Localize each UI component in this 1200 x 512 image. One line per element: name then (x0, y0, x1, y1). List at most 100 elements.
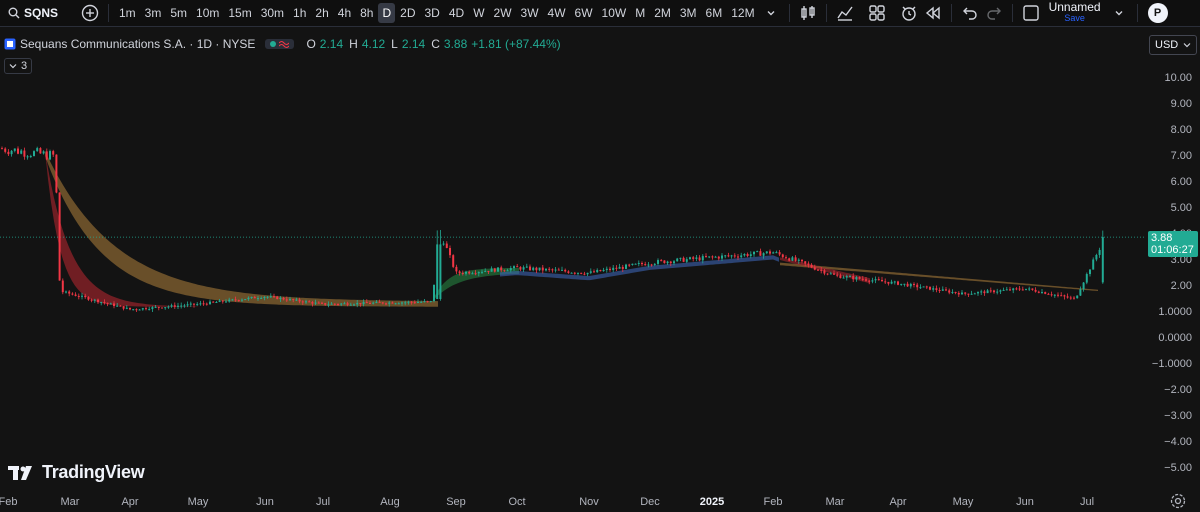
candle-body (458, 271, 461, 274)
status-dot-icon (270, 41, 277, 47)
interval-m-button[interactable]: M (631, 3, 649, 23)
candle-body (593, 271, 595, 273)
candle-body (202, 303, 205, 305)
candle-body (807, 263, 810, 265)
layout-menu-button[interactable] (1107, 2, 1131, 24)
interval-15m-button[interactable]: 15m (224, 3, 255, 23)
avatar[interactable]: P (1147, 3, 1168, 23)
interval-30m-button[interactable]: 30m (257, 3, 288, 23)
price-tick: −1.0000 (1151, 358, 1192, 370)
candle-body (353, 304, 355, 306)
currency-select[interactable]: USD (1149, 35, 1197, 55)
layout-select-checkbox[interactable] (1019, 2, 1043, 24)
candle-body (26, 156, 29, 158)
price-tick: 9.00 (1170, 98, 1192, 110)
candle-body (698, 257, 701, 261)
price-axis[interactable]: 10.009.008.007.006.005.004.003.002.001.0… (1145, 58, 1200, 488)
candle-body (321, 302, 323, 304)
interval-d-button[interactable]: D (378, 3, 396, 23)
candle-body (516, 266, 519, 268)
interval-10w-button[interactable]: 10W (598, 3, 631, 23)
interval-1h-button[interactable]: 1h (289, 3, 310, 23)
symbol-title[interactable]: Sequans Communications S.A. · 1D · NYSE (20, 37, 255, 51)
separator (108, 4, 109, 22)
candle-body (308, 301, 311, 303)
candle-body (170, 305, 173, 307)
interval-1m-button[interactable]: 1m (115, 3, 140, 23)
ma-ribbon-long (45, 150, 438, 307)
settings-gear-icon[interactable] (1169, 492, 1187, 510)
candle-body (317, 302, 320, 304)
date-axis[interactable]: Feb Mar Apr May Jun Jul Aug Sep Oct Nov Dec 2025 Feb… (0, 488, 1145, 512)
candle-body (817, 269, 819, 271)
candle-body (442, 243, 445, 245)
candle-body (759, 251, 762, 256)
interval-3w-button[interactable]: 3W (517, 3, 543, 23)
candle-body (666, 261, 669, 264)
candle-body (557, 269, 560, 271)
plus-circle-icon (81, 4, 99, 22)
interval-4h-button[interactable]: 4h (334, 3, 355, 23)
interval-6m-button[interactable]: 6M (702, 3, 727, 23)
candle-body (746, 254, 749, 257)
redo-button[interactable] (982, 2, 1006, 24)
interval-3m-button[interactable]: 3M (676, 3, 701, 23)
candle-body (449, 248, 451, 256)
brand-name: TradingView (42, 462, 145, 482)
candle-body (717, 256, 720, 259)
price-tick: −4.00 (1164, 436, 1192, 448)
compare-add-button[interactable] (78, 2, 102, 24)
interval-w-button[interactable]: W (469, 3, 488, 23)
candle-body (359, 302, 362, 305)
interval-12m-button[interactable]: 12M (727, 3, 758, 23)
candle-body (922, 286, 925, 288)
candle-body (474, 273, 477, 275)
replay-button[interactable] (921, 2, 945, 24)
candle-body (1021, 289, 1024, 291)
candle-body (913, 283, 915, 285)
candle-body (1025, 288, 1027, 290)
candle-body (129, 307, 131, 310)
visibility-badge[interactable] (265, 39, 295, 49)
candle-body (180, 305, 183, 307)
candle-body (407, 301, 410, 303)
candle-body (785, 257, 787, 259)
symbol-search[interactable]: SQNS (0, 0, 78, 26)
layout-name-button[interactable]: Unnamed Save (1043, 1, 1107, 24)
save-label: Save (1064, 13, 1085, 23)
interval-2d-button[interactable]: 2D (396, 3, 419, 23)
price-tick: 7.00 (1170, 150, 1192, 162)
candle-body (919, 287, 922, 289)
undo-button[interactable] (958, 2, 982, 24)
candle-body (340, 303, 343, 305)
candle-body (836, 274, 839, 276)
candle-body (829, 273, 832, 275)
candle-body (865, 279, 867, 281)
interval-5m-button[interactable]: 5m (166, 3, 191, 23)
candle-body (196, 304, 199, 306)
candle-body (397, 303, 400, 305)
price-chart[interactable] (0, 58, 1145, 488)
interval-10m-button[interactable]: 10m (192, 3, 223, 23)
date-tick: May (952, 496, 974, 508)
chart-type-button[interactable] (796, 2, 820, 24)
interval-3m-button[interactable]: 3m (141, 3, 166, 23)
interval-dropdown-button[interactable] (759, 2, 783, 24)
candle-body (650, 264, 653, 266)
interval-6w-button[interactable]: 6W (571, 3, 597, 23)
interval-2w-button[interactable]: 2W (490, 3, 516, 23)
interval-4d-button[interactable]: 4D (445, 3, 468, 23)
indicators-button[interactable] (833, 2, 857, 24)
countdown-value: 01:06:27 (1151, 244, 1194, 256)
candle-body (349, 304, 352, 306)
interval-2h-button[interactable]: 2h (311, 3, 332, 23)
candle-body (17, 148, 19, 154)
interval-8h-button[interactable]: 8h (356, 3, 377, 23)
candle-body (1050, 294, 1053, 296)
layout-button[interactable] (865, 2, 889, 24)
candle-body (1098, 249, 1101, 255)
interval-4w-button[interactable]: 4W (544, 3, 570, 23)
interval-3d-button[interactable]: 3D (421, 3, 444, 23)
interval-2m-button[interactable]: 2M (650, 3, 675, 23)
alert-button[interactable] (897, 2, 921, 24)
